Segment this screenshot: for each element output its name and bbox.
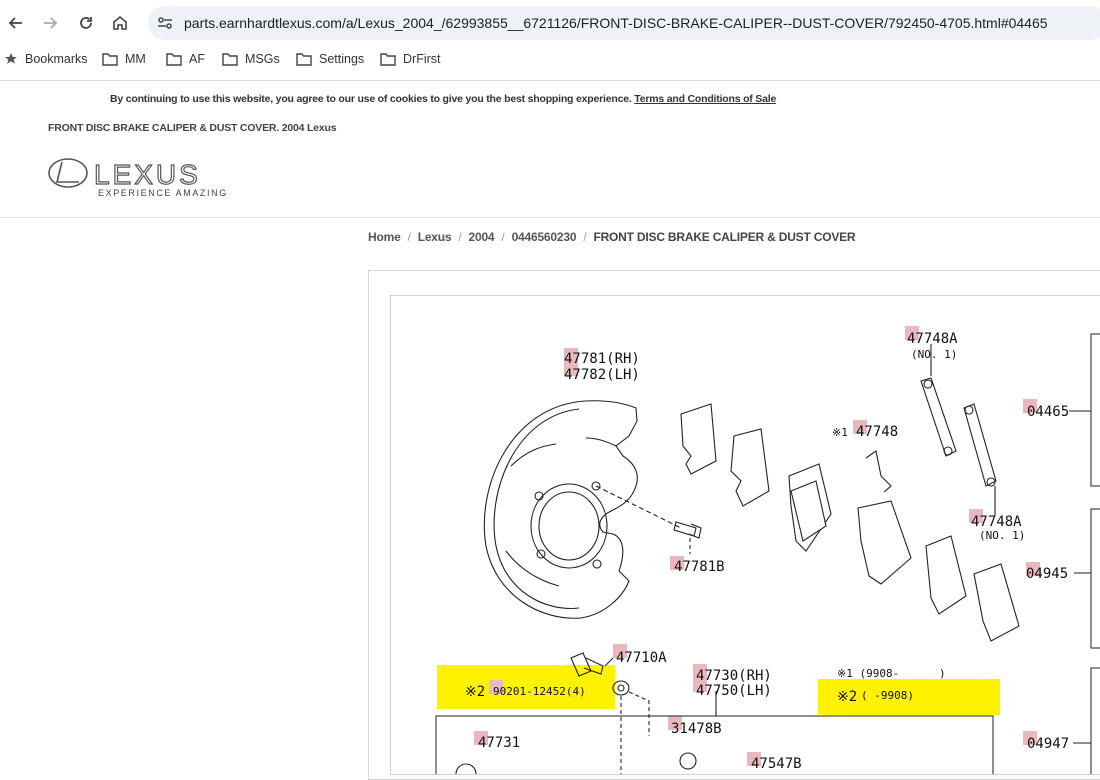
bookmark-bookmarks[interactable]: Bookmarks (4, 52, 88, 66)
bookmark-folder-mm[interactable]: MM (102, 52, 146, 66)
folder-icon (222, 53, 238, 66)
part-label-04947[interactable]: 04947 (1027, 736, 1069, 752)
logo-tagline: EXPERIENCE AMAZING (98, 188, 228, 198)
bookmark-label: MSGs (245, 52, 280, 66)
part-label-47748A-top[interactable]: 47748A (907, 331, 958, 347)
header-divider (0, 217, 1100, 218)
note-2: ( -9908) (861, 689, 914, 702)
part-label-90201-12452[interactable]: 90201-12452(4) (493, 685, 586, 698)
page-title: FRONT DISC BRAKE CALIPER & DUST COVER. 2… (48, 122, 337, 134)
breadcrumb-lexus[interactable]: Lexus (418, 230, 452, 244)
cookie-notice: By continuing to use this website, you a… (110, 93, 776, 105)
parts-diagram: 47781(RH) 47782(LH) 47748A (NO. 1) 04465… (390, 295, 1100, 775)
note-1: ※1 (9908- (837, 667, 899, 680)
dust-cover-drawing (483, 400, 682, 619)
folder-icon (166, 53, 182, 66)
part-label-04945[interactable]: 04945 (1026, 566, 1068, 582)
browser-toolbar: parts.earnhardtlexus.com/a/Lexus_2004_/6… (0, 0, 1100, 46)
address-bar[interactable]: parts.earnhardtlexus.com/a/Lexus_2004_/6… (148, 6, 1100, 40)
bookmarks-bar: Bookmarks MM AF MSGs Settings DrFirst (0, 46, 1100, 76)
part-label-47782[interactable]: 47782(LH) (564, 367, 640, 383)
brake-pads-drawing (680, 403, 1020, 642)
part-label-31478B[interactable]: 31478B (671, 721, 722, 737)
cookie-text: By continuing to use this website, you a… (110, 93, 632, 105)
reload-icon[interactable] (74, 11, 98, 35)
note-2-mark: ※2 (837, 689, 857, 705)
bookmark-folder-af[interactable]: AF (166, 52, 205, 66)
breadcrumb-catalog[interactable]: 0446560230 (512, 230, 577, 244)
bookmark-label: DrFirst (403, 52, 441, 66)
site-info-icon[interactable] (156, 14, 174, 32)
part-label-47748A-bottom[interactable]: 47748A (971, 514, 1022, 530)
forward-icon[interactable] (38, 11, 62, 35)
bookmark-label: Bookmarks (25, 52, 88, 66)
note-1-close: ) (939, 667, 946, 680)
part-label-47781[interactable]: 47781(RH) (564, 351, 640, 367)
folder-icon (296, 53, 312, 66)
part-label-47547B[interactable]: 47547B (751, 756, 802, 772)
folder-icon (380, 53, 396, 66)
part-label-47730[interactable]: 47730(RH) (696, 668, 772, 684)
bookmark-folder-drfirst[interactable]: DrFirst (380, 52, 441, 66)
bookmark-folder-settings[interactable]: Settings (296, 52, 364, 66)
part-note-no1-top: (NO. 1) (911, 348, 957, 361)
part-label-47781B[interactable]: 47781B (674, 559, 725, 575)
star-icon (5, 53, 17, 64)
url-text[interactable]: parts.earnhardtlexus.com/a/Lexus_2004_/6… (184, 15, 1048, 31)
part-label-47748[interactable]: 47748 (856, 424, 898, 440)
bookmark-label: MM (125, 52, 146, 66)
breadcrumb: Home / Lexus/2004/0446560230/FRONT DISC BR… (368, 230, 856, 244)
chrome-divider (0, 80, 1100, 81)
back-icon[interactable] (4, 11, 28, 35)
bolt-mark: ※2 (465, 684, 485, 700)
bookmark-label: AF (189, 52, 205, 66)
breadcrumb-current: FRONT DISC BRAKE CALIPER & DUST COVER (593, 230, 856, 244)
part-label-47750[interactable]: 47750(LH) (696, 683, 772, 699)
folder-icon (102, 53, 118, 66)
lexus-logo[interactable]: LEXUS EXPERIENCE AMAZING (48, 155, 228, 200)
part-mark-1: ※1 (832, 426, 848, 439)
logo-wordmark: LEXUS (94, 159, 201, 190)
breadcrumb-year[interactable]: 2004 (469, 230, 495, 244)
breadcrumb-home[interactable]: Home (368, 230, 401, 244)
part-label-47710A[interactable]: 47710A (616, 650, 667, 666)
part-label-47731[interactable]: 47731 (478, 735, 520, 751)
terms-link[interactable]: Terms and Conditions of Sale (634, 93, 776, 105)
bookmark-label: Settings (319, 52, 365, 66)
part-label-04465[interactable]: 04465 (1027, 404, 1069, 420)
bookmark-folder-msgs[interactable]: MSGs (222, 52, 280, 66)
part-note-no1-bottom: (NO. 1) (979, 529, 1025, 542)
home-icon[interactable] (108, 11, 132, 35)
